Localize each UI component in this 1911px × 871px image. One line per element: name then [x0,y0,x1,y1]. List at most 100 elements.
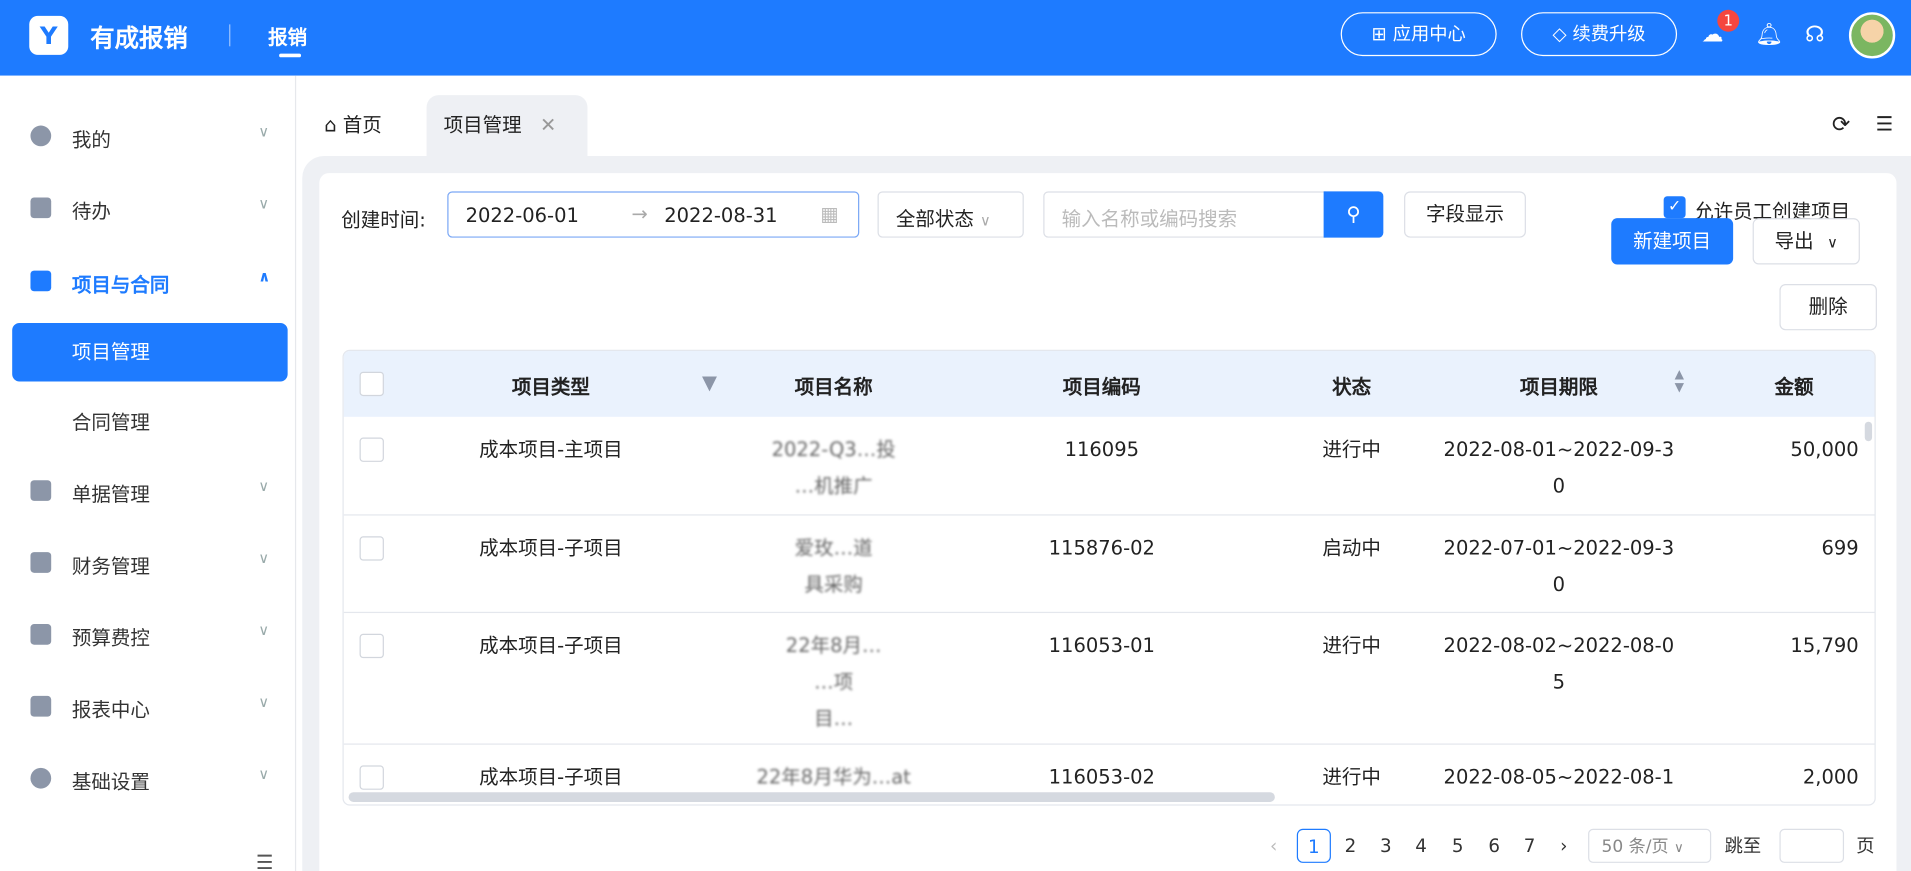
cell-period-line: 2022-08-05~2022-08-1 [1443,765,1675,789]
page-2-button[interactable]: 2 [1338,829,1362,863]
nav-reimburse[interactable]: 报销 [268,21,307,50]
budget-icon [30,624,52,645]
table-row[interactable]: 成本项目-子项目 22年8月… …项 目… 116053-01 进行中 2022-08… [343,613,1875,745]
grid-icon: ⊞ [1371,23,1387,46]
table-header: 项目类型 ▼ 项目名称 项目编码 状态 项目期限 ▲ ▼ 金额 [343,351,1875,417]
finance-icon [30,552,52,573]
sidebar-item-reports[interactable]: 报表中心 ∨ [0,689,296,726]
sidebar-subitem-project-management[interactable]: 项目管理 [12,322,288,382]
page-7-button[interactable]: 7 [1517,829,1541,863]
date-label: 创建时间: [341,208,426,232]
menu-icon[interactable]: ☰ [1876,112,1893,135]
cell-name-line: 目… [814,706,854,731]
home-icon: ⌂ [324,113,337,137]
export-button[interactable]: 导出 ∨ [1752,218,1860,265]
prev-page-button[interactable]: ‹ [1270,829,1277,863]
date-range-picker[interactable]: 2022-06-01 → 2022-08-31 ▦ [447,191,860,238]
allow-create-checkbox[interactable]: ✓ [1663,196,1686,219]
row-checkbox[interactable] [359,536,384,561]
chevron-down-icon: ∨ [980,212,991,230]
select-all-checkbox[interactable] [359,371,384,397]
cell-code: 116095 [1064,437,1140,461]
sidebar-item-documents[interactable]: 单据管理 ∨ [0,473,296,510]
sidebar-item-label: 财务管理 [71,554,150,578]
chevron-down-icon: ∨ [1827,234,1838,252]
bell-icon[interactable]: 🔔︎ [1755,22,1783,48]
sidebar-item-label: 预算费控 [71,626,150,650]
project-table: 项目类型 ▼ 项目名称 项目编码 状态 项目期限 ▲ ▼ 金额 成本项目-主项目 … [342,349,1876,806]
sidebar-subitem-contract-management[interactable]: 合同管理 [72,406,150,435]
chevron-down-icon: ∨ [1673,839,1684,856]
cell-status: 进行中 [1322,437,1381,461]
horizontal-scrollbar[interactable] [348,792,1275,802]
status-select[interactable]: 全部状态 ∨ [877,191,1024,238]
column-header-type[interactable]: 项目类型 [466,371,637,400]
filter-icon[interactable]: ▼ [702,371,717,394]
cell-period-line: 0 [1552,474,1566,498]
cell-name-line: …机推广 [794,474,873,498]
date-end[interactable]: 2022-08-31 [664,204,777,227]
cell-period-line: 2022-07-01~2022-09-3 [1443,536,1675,560]
sidebar-item-label: 单据管理 [71,482,150,506]
divider [229,24,231,47]
page-3-button[interactable]: 3 [1374,829,1398,863]
page-size-select[interactable]: 50 条/页 ∨ [1588,828,1712,863]
chevron-down-icon: ∨ [258,621,270,639]
column-header-period[interactable]: 项目期限 [1474,371,1645,400]
sidebar-item-settings[interactable]: 基础设置 ∨ [0,761,296,798]
row-checkbox[interactable] [359,765,384,790]
headset-icon[interactable]: ☊ [1805,22,1825,48]
vertical-scrollbar[interactable] [1864,421,1873,442]
collapse-sidebar-icon[interactable]: ☰ [256,851,273,871]
jump-label: 跳至 [1724,834,1762,857]
field-display-button[interactable]: 字段显示 [1404,191,1526,238]
new-project-button[interactable]: 新建项目 [1611,218,1734,265]
cell-name-line: 22年8月华为…at [756,765,911,789]
status-select-value: 全部状态 [895,207,974,231]
next-page-button[interactable]: › [1560,829,1567,863]
app-center-button[interactable]: ⊞ 应用中心 [1340,12,1497,57]
table-row[interactable]: 成本项目-主项目 2022-Q3…投 …机推广 116095 进行中 2022-08… [343,417,1875,516]
cell-status: 进行中 [1322,633,1381,657]
page-4-button[interactable]: 4 [1409,829,1433,863]
logo-icon: Y [29,15,69,55]
refresh-icon[interactable]: ⟳ [1832,112,1850,138]
tab-home[interactable]: ⌂ 首页 [324,95,382,156]
search-button[interactable]: ⚲ [1323,191,1384,238]
sidebar-item-mine[interactable]: 我的 ∨ [0,118,296,155]
jump-page-input[interactable] [1779,828,1845,863]
table-row[interactable]: 成本项目-子项目 爱玫…道 具采购 115876-02 启动中 2022-07-01… [343,516,1875,614]
sort-icon[interactable]: ▲ ▼ [1675,368,1684,395]
cell-name: 2022-Q3…投 …机推广 [736,431,931,504]
cell-name: 22年8月华为…at [736,759,931,796]
nav-active-indicator [279,53,302,58]
cell-status: 进行中 [1322,765,1381,789]
project-icon [30,270,52,292]
page-6-button[interactable]: 6 [1482,829,1506,863]
close-icon[interactable]: ✕ [540,113,556,136]
column-header-status: 状态 [1332,375,1372,399]
avatar[interactable] [1848,12,1896,59]
page-1-button[interactable]: 1 [1296,828,1331,863]
search-input[interactable]: 输入名称或编码搜索 [1043,191,1327,238]
brand-name: 有成报销 [90,23,188,53]
sidebar-item-finance[interactable]: 财务管理 ∨ [0,545,296,582]
row-checkbox[interactable] [359,437,384,462]
user-icon [30,125,52,147]
cell-period: 2022-08-05~2022-08-1 [1443,759,1675,796]
cell-name-line: 具采购 [804,572,863,596]
page-5-button[interactable]: 5 [1445,829,1469,863]
cell-name-line: 爱玫…道 [794,536,873,560]
tab-label: 项目管理 [443,113,522,137]
upgrade-button[interactable]: ◇ 续费升级 [1521,12,1678,57]
diamond-icon: ◇ [1552,23,1567,46]
tab-project-management[interactable]: 项目管理 ✕ [426,95,588,157]
report-icon [30,695,52,717]
delete-button[interactable]: 删除 [1779,283,1877,331]
column-header-name: 项目名称 [794,375,873,399]
sidebar-item-budget[interactable]: 预算费控 ∨ [0,617,296,654]
date-start[interactable]: 2022-06-01 [466,204,579,227]
sidebar-item-todo[interactable]: 待办 ∨ [0,190,296,227]
sidebar-item-projects-contracts[interactable]: 项目与合同 ∧ [0,263,296,300]
row-checkbox[interactable] [359,633,384,659]
